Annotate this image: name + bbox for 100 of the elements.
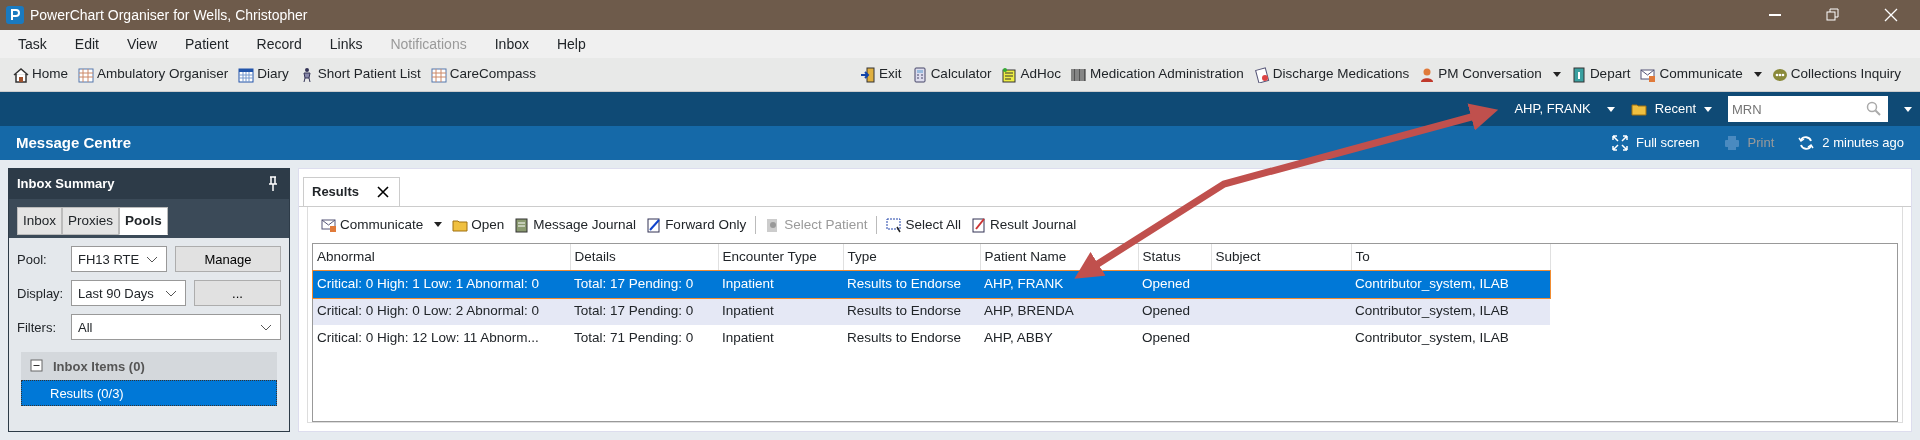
toolbar-button[interactable]: Message Journal [509, 214, 642, 235]
table-cell: AHP, BRENDA [980, 297, 1138, 325]
folder-icon [1630, 101, 1647, 117]
table-row[interactable]: Critical: 0 High: 12 Low: 11 Abnorm... Total: 71 Pending: 0 Inpatient Results to Endorse AHP, ABBY Opened Contributor_system, ILAB [313, 324, 1550, 352]
restore-icon [1825, 7, 1841, 23]
table-cell: Inpatient [718, 324, 843, 352]
toolbar-button[interactable]: PM Conversation [1414, 64, 1566, 85]
barcode-icon [1070, 66, 1087, 83]
column-header[interactable]: To [1351, 243, 1550, 271]
calculator-icon [911, 66, 928, 83]
column-header[interactable]: Details [570, 243, 718, 271]
table-cell: Critical: 0 High: 12 Low: 11 Abnorm... [313, 324, 570, 352]
table-cell: Contributor_system, ILAB [1351, 324, 1550, 352]
toolbar-button[interactable]: Short Patient List [293, 64, 426, 85]
table-row[interactable]: Critical: 0 High: 1 Low: 1 Abnormal: 0 Total: 17 Pending: 0 Inpatient Results to Endorse AHP, FRANK Opened Contributor_system, ILAB [313, 270, 1550, 298]
table-cell: Inpatient [718, 270, 843, 298]
table-cell: Total: 17 Pending: 0 [570, 297, 718, 325]
dropdown-field[interactable]: All [71, 314, 281, 341]
toolbar-button[interactable]: Exit [855, 64, 907, 85]
document-icon [1001, 66, 1018, 83]
toolbar-button[interactable]: Calculator [906, 64, 997, 85]
panel-tab[interactable]: Proxies [62, 207, 120, 236]
column-header[interactable]: Patient Name [980, 243, 1138, 271]
caret-icon [434, 222, 443, 228]
panel-title: Inbox Summary [17, 175, 116, 194]
table-row[interactable]: Critical: 0 High: 0 Low: 2 Abnormal: 0 Total: 17 Pending: 0 Inpatient Results to Endorse AHP, BRENDA Opened Contributor_system, ILAB [313, 297, 1550, 325]
toolbar-button[interactable]: Medication Administration [1065, 64, 1249, 85]
menu-item[interactable]: Edit [60, 33, 113, 55]
table-cell: Critical: 0 High: 1 Low: 1 Abnormal: 0 [313, 270, 570, 298]
field-label: Filters: [17, 318, 57, 337]
table-cell: Opened [1138, 270, 1211, 298]
caret-icon [1904, 106, 1912, 112]
document-icon [646, 216, 663, 233]
search-icon [1866, 101, 1882, 117]
door-icon [1570, 66, 1587, 83]
recent-dropdown[interactable]: Recent [1630, 99, 1712, 119]
column-header[interactable]: Type [843, 243, 980, 271]
toolbar-button[interactable]: Result Journal [966, 214, 1082, 235]
toolbar-button[interactable]: Home [8, 64, 73, 85]
column-header[interactable]: Status [1138, 243, 1211, 271]
window-title: PowerChart Organiser for Wells, Christopher [30, 5, 309, 25]
toolbar-button[interactable]: Ambulatory Organiser [73, 64, 234, 85]
search-field[interactable]: MRN [1728, 96, 1888, 122]
door-icon [860, 66, 877, 83]
table-cell: Opened [1138, 324, 1211, 352]
menu-item[interactable]: Links [315, 33, 377, 55]
caret-icon [1704, 106, 1712, 112]
group-label: Inbox Items (0) [53, 357, 145, 376]
table-cell: Opened [1138, 297, 1211, 325]
table-cell: Critical: 0 High: 0 Low: 2 Abnormal: 0 [313, 297, 570, 325]
calendar-icon [238, 66, 255, 83]
toolbar-button[interactable]: Discharge Medications [1248, 64, 1415, 85]
close-icon [1883, 7, 1899, 23]
speech-bubble-icon [1771, 66, 1788, 83]
list-item[interactable]: Results (0/3) [21, 380, 277, 407]
document-icon [1253, 66, 1270, 83]
table-cell: Results to Endorse [843, 270, 980, 298]
app-logo-icon [6, 6, 24, 24]
table-cell: Contributor_system, ILAB [1351, 270, 1550, 298]
dropdown-field[interactable]: FH13 RTE [71, 246, 167, 273]
toolbar-button[interactable]: Communicate [1635, 64, 1767, 85]
menu-item[interactable]: Patient [171, 33, 243, 55]
toolbar-button[interactable]: Forward Only [641, 214, 752, 235]
table-cell: Inpatient [718, 297, 843, 325]
dropdown-field[interactable]: Last 90 Days [71, 280, 186, 307]
printer-icon [1723, 135, 1740, 151]
menu-item[interactable]: Help [542, 33, 600, 55]
column-header[interactable]: Subject [1211, 243, 1351, 271]
toolbar-button[interactable]: Select All [881, 214, 966, 235]
group-header[interactable]: Inbox Items (0) [21, 352, 277, 381]
menu-item[interactable]: Record [242, 33, 316, 55]
minimize-icon [1769, 14, 1781, 16]
menu-item[interactable]: Inbox [480, 33, 543, 55]
results-tab[interactable]: Results [303, 177, 400, 206]
house-icon [13, 66, 29, 83]
toolbar-button[interactable]: Depart [1565, 64, 1636, 85]
panel-button[interactable]: ... [194, 280, 281, 307]
caret-icon [1552, 72, 1561, 77]
menu-item[interactable]: Task [4, 33, 61, 55]
header-action[interactable]: 2 minutes ago [1798, 133, 1904, 153]
envelope-icon [321, 216, 337, 233]
toolbar-button[interactable]: Communicate [316, 214, 448, 235]
toolbar-button[interactable]: CareCompass [425, 64, 541, 85]
document-icon [971, 216, 987, 233]
panel-tab[interactable]: Pools [119, 207, 168, 236]
caret-icon [1753, 72, 1762, 77]
toolbar-button[interactable]: Collections Inquiry [1766, 64, 1906, 85]
header-action[interactable]: Full screen [1612, 133, 1700, 153]
table-cell: AHP, ABBY [980, 324, 1138, 352]
field-label: Pool: [17, 250, 48, 269]
column-header[interactable]: Abnormal [313, 243, 570, 271]
envelope-icon [1640, 66, 1657, 83]
patient-dropdown[interactable]: AHP, FRANK [1514, 99, 1615, 119]
panel-button[interactable]: Manage [175, 246, 281, 273]
panel-tab[interactable]: Inbox [17, 207, 63, 236]
toolbar-button[interactable]: Open [447, 214, 510, 235]
menu-item[interactable]: View [112, 33, 171, 55]
toolbar-button[interactable]: AdHoc [996, 64, 1066, 85]
column-header[interactable]: Encounter Type [718, 243, 843, 271]
toolbar-button[interactable]: Diary [233, 64, 294, 85]
